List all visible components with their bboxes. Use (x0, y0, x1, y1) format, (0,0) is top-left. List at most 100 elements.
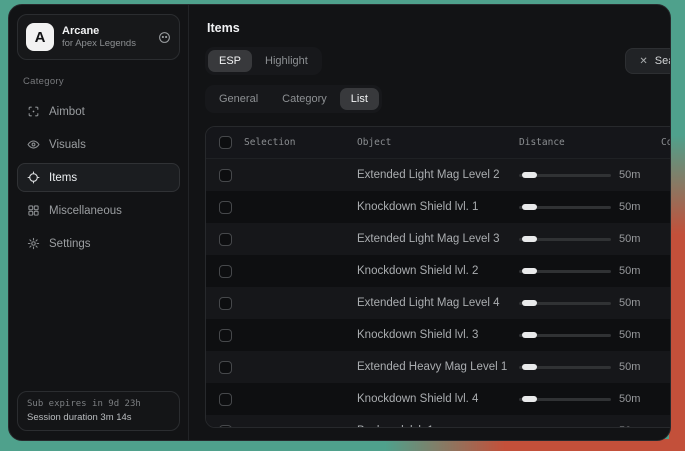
object-label: Extended Light Mag Level 3 (357, 233, 519, 245)
table-row: Knockdown Shield lvl. 3 50m (206, 319, 671, 351)
items-target-icon (27, 171, 40, 184)
sub-expiry-text: Sub expires in 9d 23h (27, 399, 170, 409)
distance-value: 50m (619, 361, 661, 373)
settings-gear-icon (27, 237, 40, 250)
table-header-row: Selection Object Distance Color (206, 127, 671, 159)
table-row: Extended Light Mag Level 4 50m (206, 287, 671, 319)
sidebar-item-aimbot[interactable]: Aimbot (17, 97, 180, 126)
app-title: Arcane (62, 25, 150, 37)
sidebar-item-label: Settings (49, 238, 91, 250)
slider-handle[interactable] (522, 364, 537, 370)
tab-esp[interactable]: ESP (208, 50, 252, 72)
sidebar: A Arcane for Apex Legends Category Aimbo… (9, 5, 189, 440)
row-checkbox[interactable] (219, 329, 232, 342)
mode-tab-group: ESPHighlight (205, 47, 322, 75)
sidebar-item-settings[interactable]: Settings (17, 229, 180, 258)
search-button-label: Search (655, 55, 671, 67)
tab-list[interactable]: List (340, 88, 379, 110)
row-checkbox[interactable] (219, 169, 232, 182)
session-card: Sub expires in 9d 23h Session duration 3… (17, 391, 180, 431)
slider-handle[interactable] (522, 332, 537, 338)
distance-slider[interactable] (519, 297, 611, 309)
sidebar-nav: Aimbot Visuals Items Miscellaneous Settings (17, 97, 180, 258)
sidebar-item-visuals[interactable]: Visuals (17, 130, 180, 159)
slider-handle[interactable] (522, 236, 537, 242)
session-duration-text: Session duration 3m 14s (27, 412, 170, 423)
row-checkbox[interactable] (219, 361, 232, 374)
distance-slider[interactable] (519, 169, 611, 181)
column-header-distance: Distance (519, 137, 619, 148)
row-checkbox[interactable] (219, 297, 232, 310)
object-label: Backpack lvl. 1 (357, 425, 519, 428)
page-title: Items (207, 21, 671, 35)
distance-value: 50m (619, 169, 661, 181)
distance-slider[interactable] (519, 393, 611, 405)
distance-value: 50m (619, 329, 661, 341)
table-body: Extended Light Mag Level 2 50m Knockdown… (206, 159, 671, 428)
brand-card: A Arcane for Apex Legends (17, 14, 180, 60)
row-checkbox[interactable] (219, 265, 232, 278)
column-header-object: Object (357, 137, 519, 148)
distance-value: 50m (619, 297, 661, 309)
sidebar-item-label: Aimbot (49, 106, 85, 118)
column-header-color: Color (661, 137, 671, 148)
object-label: Knockdown Shield lvl. 1 (357, 201, 519, 213)
distance-slider[interactable] (519, 425, 611, 428)
table-row: Knockdown Shield lvl. 1 50m (206, 191, 671, 223)
table-row: Knockdown Shield lvl. 4 50m (206, 383, 671, 415)
slider-handle[interactable] (522, 172, 537, 178)
slider-handle[interactable] (522, 396, 537, 402)
object-label: Extended Heavy Mag Level 1 (357, 361, 519, 373)
tab-general[interactable]: General (208, 88, 269, 110)
distance-value: 50m (619, 233, 661, 245)
row-checkbox[interactable] (219, 201, 232, 214)
distance-value: 50m (619, 265, 661, 277)
app-window: A Arcane for Apex Legends Category Aimbo… (8, 4, 671, 441)
tab-highlight[interactable]: Highlight (254, 50, 319, 72)
sidebar-item-label: Miscellaneous (49, 205, 122, 217)
miscellaneous-grid-icon (27, 204, 40, 217)
discord-icon[interactable] (158, 31, 171, 44)
slider-handle[interactable] (522, 300, 537, 306)
table-row: Extended Heavy Mag Level 1 50m (206, 351, 671, 383)
distance-slider[interactable] (519, 361, 611, 373)
distance-slider[interactable] (519, 329, 611, 341)
search-button[interactable]: ✕ Search (625, 48, 671, 74)
game-background-red (669, 0, 685, 451)
sidebar-item-label: Items (49, 172, 77, 184)
view-tab-group: GeneralCategoryList (205, 85, 382, 113)
main-panel: Items ESPHighlight ✕ Search GeneralCateg… (189, 5, 671, 440)
row-checkbox[interactable] (219, 233, 232, 246)
distance-slider[interactable] (519, 201, 611, 213)
object-label: Extended Light Mag Level 4 (357, 297, 519, 309)
object-label: Extended Light Mag Level 2 (357, 169, 519, 181)
visuals-eye-icon (27, 138, 40, 151)
table-row: Knockdown Shield lvl. 2 50m (206, 255, 671, 287)
distance-value: 50m (619, 425, 661, 428)
sidebar-item-label: Visuals (49, 139, 86, 151)
slider-handle[interactable] (522, 268, 537, 274)
row-checkbox[interactable] (219, 425, 232, 429)
items-table: Selection Object Distance Color Extended… (205, 126, 671, 428)
object-label: Knockdown Shield lvl. 3 (357, 329, 519, 341)
aimbot-crosshair-icon (27, 105, 40, 118)
table-row: Extended Light Mag Level 3 50m (206, 223, 671, 255)
distance-slider[interactable] (519, 233, 611, 245)
select-all-checkbox[interactable] (219, 136, 232, 149)
object-label: Knockdown Shield lvl. 2 (357, 265, 519, 277)
column-header-selection: Selection (244, 137, 295, 148)
app-logo: A (26, 23, 54, 51)
row-checkbox[interactable] (219, 393, 232, 406)
sidebar-item-miscellaneous[interactable]: Miscellaneous (17, 196, 180, 225)
distance-slider[interactable] (519, 265, 611, 277)
tab-category[interactable]: Category (271, 88, 338, 110)
category-section-label: Category (23, 76, 174, 87)
distance-value: 50m (619, 393, 661, 405)
object-label: Knockdown Shield lvl. 4 (357, 393, 519, 405)
toolbar: ESPHighlight ✕ Search (205, 47, 671, 75)
search-x-icon: ✕ (639, 56, 647, 67)
sidebar-item-items[interactable]: Items (17, 163, 180, 192)
slider-handle[interactable] (522, 204, 537, 210)
distance-value: 50m (619, 201, 661, 213)
table-row: Extended Light Mag Level 2 50m (206, 159, 671, 191)
